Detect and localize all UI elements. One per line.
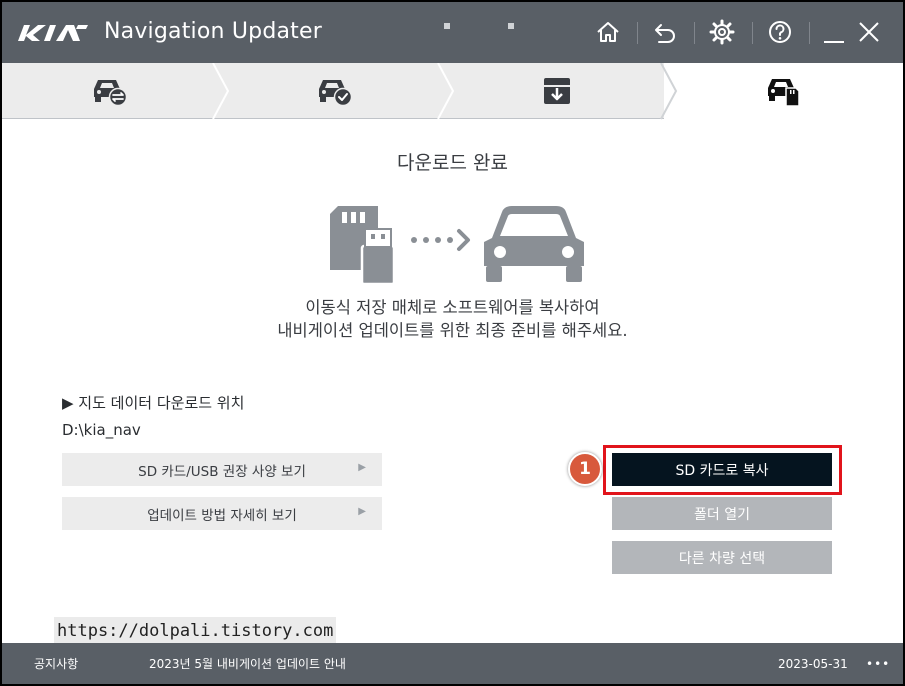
instruction-text: 이동식 저장 매체로 소프트웨어를 복사하여 내비게이션 업데이트를 위한 최종…: [2, 296, 903, 342]
dotted-arrow-icon: [411, 229, 470, 251]
update-guide-label: 업데이트 방법 자세히 보기: [147, 507, 297, 524]
instruction-line-1: 이동식 저장 매체로 소프트웨어를 복사하여: [305, 298, 600, 317]
sd-usb-spec-button[interactable]: SD 카드/USB 권장 사양 보기 ▶: [62, 453, 382, 486]
notice-label: 공지사항: [34, 657, 79, 671]
toolbar-separator: [752, 22, 753, 44]
decorative-dot: [508, 23, 514, 29]
step-number-badge: 1: [568, 452, 602, 486]
car-icon: [484, 206, 584, 282]
open-folder-button[interactable]: 폴더 열기: [612, 497, 832, 530]
gear-icon: [709, 19, 735, 45]
download-location-label: ▶ 지도 데이터 다운로드 위치: [62, 394, 245, 412]
notice-date: 2023-05-31: [778, 657, 848, 671]
toolbar-separator: [637, 22, 638, 44]
copy-to-sd-label: SD 카드로 복사: [675, 462, 769, 479]
toolbar-separator: [694, 22, 695, 44]
sd-usb-spec-label: SD 카드/USB 권장 사양 보기: [138, 463, 306, 480]
close-button[interactable]: [854, 17, 884, 47]
step-3: [447, 63, 667, 119]
app-window: Navigation Updater 다운로드 완료 이동식 저장 매체로 소프…: [2, 2, 903, 684]
step-2: [222, 63, 447, 119]
copy-illustration: [330, 206, 584, 286]
minimize-button[interactable]: [819, 17, 849, 47]
play-arrow-icon: ▶: [358, 462, 366, 473]
step-4-current: [664, 63, 903, 119]
kia-logo: [18, 25, 88, 41]
close-icon: [859, 22, 879, 42]
update-guide-button[interactable]: 업데이트 방법 자세히 보기 ▶: [62, 497, 382, 530]
progress-steps: [2, 63, 903, 120]
open-folder-label: 폴더 열기: [694, 506, 750, 523]
notice-link[interactable]: 2023년 5월 내비게이션 업데이트 안내: [149, 656, 346, 672]
watermark-text: https://dolpali.tistory.com: [54, 617, 337, 645]
notice-bar: 공지사항 2023년 5월 내비게이션 업데이트 안내 2023-05-31 •…: [2, 643, 903, 684]
help-button[interactable]: [765, 17, 795, 47]
download-box-icon: [544, 78, 570, 104]
home-icon: [597, 22, 619, 42]
decorative-dot: [444, 23, 450, 29]
usb-drive-icon: [360, 228, 396, 286]
more-button[interactable]: •••: [866, 656, 890, 672]
instruction-line-2: 내비게이션 업데이트를 위한 최종 준비를 해주세요.: [277, 321, 628, 340]
back-button[interactable]: [650, 17, 680, 47]
car-check-icon: [318, 80, 352, 107]
select-other-vehicle-button[interactable]: 다른 차량 선택: [612, 541, 832, 574]
minimize-icon: [824, 41, 844, 43]
car-sync-icon: [93, 80, 127, 107]
copy-to-sd-button[interactable]: SD 카드로 복사: [612, 453, 832, 486]
play-arrow-icon: ▶: [358, 506, 366, 517]
page-title: 다운로드 완료: [397, 152, 508, 174]
toolbar-separator: [809, 22, 810, 44]
select-other-vehicle-label: 다른 차량 선택: [678, 550, 766, 567]
help-icon: [769, 21, 791, 43]
back-arrow-icon: [655, 24, 675, 43]
title-bar: Navigation Updater: [2, 2, 903, 63]
download-location-path: D:\kia_nav: [62, 421, 141, 439]
home-button[interactable]: [593, 17, 623, 47]
app-title: Navigation Updater: [104, 19, 322, 44]
step-1: [2, 63, 217, 119]
settings-button[interactable]: [707, 17, 737, 47]
car-sdcard-icon: [767, 79, 800, 107]
